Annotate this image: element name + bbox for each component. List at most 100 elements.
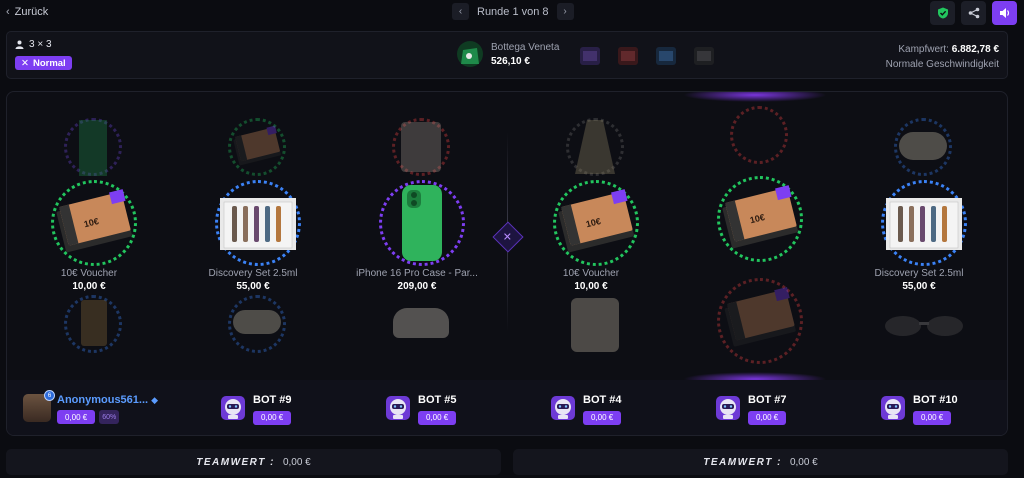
robot-avatar-icon bbox=[551, 396, 575, 420]
slot-column-1: 10€ 10€ Voucher 10,00 € bbox=[7, 92, 171, 380]
reel-item bbox=[233, 310, 281, 334]
diamond-icon: ◆ bbox=[151, 395, 159, 405]
top-actions bbox=[930, 1, 1017, 25]
player-percent: 60% bbox=[99, 410, 120, 424]
round-label: Runde 1 von 8 bbox=[477, 5, 549, 18]
robot-avatar-icon bbox=[386, 396, 410, 420]
share-icon bbox=[968, 7, 979, 19]
robot-avatar-icon bbox=[716, 396, 740, 420]
current-case[interactable]: Bottega Veneta 526,10 € bbox=[455, 38, 559, 70]
slot-item-name: Discovery Set 2.5ml bbox=[874, 268, 964, 279]
slot-item-name: 10€ Voucher bbox=[562, 268, 620, 279]
level-badge: 6 bbox=[44, 390, 55, 401]
player-name: Anonymous561... ◆ bbox=[57, 394, 159, 406]
reel-item bbox=[233, 125, 282, 166]
player-value: 0,00 € bbox=[583, 410, 622, 425]
voucher-image: 10€ bbox=[722, 185, 799, 249]
slot-item-price: 10,00 € bbox=[72, 281, 106, 292]
battle-arena: 10€ 10€ Voucher 10,00 € Discovery Set 2.… bbox=[6, 91, 1008, 436]
team-value-amount: 0,00 € bbox=[789, 456, 818, 468]
player-name: BOT #7 bbox=[748, 394, 787, 406]
player-name: BOT #4 bbox=[583, 394, 622, 406]
player-value: 0,00 € bbox=[57, 410, 96, 424]
slot-column-2: Discovery Set 2.5ml 55,00 € bbox=[171, 92, 335, 380]
shield-check-icon bbox=[937, 7, 948, 19]
robot-avatar-icon bbox=[221, 396, 245, 420]
battle-info-bar: 3 × 3 ✕ Normal Bottega Veneta 526,10 € K… bbox=[6, 31, 1008, 79]
player-card[interactable]: 6 Anonymous561... ◆ 0,00 € 60% bbox=[23, 390, 159, 428]
current-case-name: Bottega Veneta bbox=[491, 41, 560, 53]
team-value-left: TEAMWERT : 0,00 € bbox=[6, 449, 501, 475]
player-name: BOT #9 bbox=[253, 394, 292, 406]
player-value: 0,00 € bbox=[748, 410, 787, 425]
team-value-label: TEAMWERT : bbox=[703, 456, 782, 468]
avatar: 6 bbox=[23, 390, 55, 422]
reel-item bbox=[79, 120, 107, 176]
reel-item bbox=[393, 308, 449, 338]
chevron-left-icon: ‹ bbox=[6, 6, 10, 18]
slot-column-3: iPhone 16 Pro Case - Par... 209,00 € bbox=[335, 92, 499, 380]
slot-column-5: 10€ bbox=[673, 92, 837, 386]
slot-item-name: 10€ Voucher bbox=[60, 268, 118, 279]
team-mode: 3 × 3 bbox=[15, 39, 52, 50]
player-card[interactable]: BOT #7 0,00 € bbox=[714, 394, 787, 428]
user-icon bbox=[15, 40, 24, 49]
player-card[interactable]: BOT #10 0,00 € bbox=[879, 394, 958, 428]
team-mode-label: 3 × 3 bbox=[29, 39, 52, 50]
speed-badge: ✕ Normal bbox=[15, 56, 72, 70]
players-row: 6 Anonymous561... ◆ 0,00 € 60% BOT #9 0,… bbox=[7, 380, 1007, 435]
queued-case[interactable] bbox=[651, 41, 681, 71]
case-queue bbox=[575, 41, 719, 71]
share-button[interactable] bbox=[961, 1, 986, 25]
kampfwert-value: 6.882,78 € bbox=[951, 44, 999, 55]
slot-item-name: iPhone 16 Pro Case - Par... bbox=[356, 268, 478, 279]
player-name: BOT #5 bbox=[418, 394, 457, 406]
speed-text: Normale Geschwindigkeit bbox=[885, 59, 999, 70]
discovery-set-image bbox=[219, 197, 297, 251]
back-button[interactable]: ‹ Zurück bbox=[6, 6, 48, 18]
queued-case[interactable] bbox=[575, 41, 605, 71]
voucher-image: 10€ bbox=[558, 189, 635, 253]
reel-item bbox=[571, 298, 619, 352]
queued-case[interactable] bbox=[613, 41, 643, 71]
reel-item bbox=[724, 287, 797, 347]
team-value-right: TEAMWERT : 0,00 € bbox=[513, 449, 1008, 475]
team-value-label: TEAMWERT : bbox=[196, 456, 275, 468]
phone-case-image bbox=[402, 185, 442, 261]
slot-item-price: 55,00 € bbox=[902, 281, 936, 292]
player-value: 0,00 € bbox=[253, 410, 292, 425]
slot-column-4: 10€ 10€ Voucher 10,00 € bbox=[509, 92, 673, 380]
slot-item-price: 10,00 € bbox=[574, 281, 608, 292]
back-label: Zurück bbox=[14, 6, 49, 18]
current-case-thumbnail bbox=[455, 38, 485, 70]
previous-round-button[interactable]: ‹ bbox=[452, 3, 469, 20]
player-card[interactable]: BOT #4 0,00 € bbox=[549, 394, 622, 428]
reel-item bbox=[401, 122, 441, 172]
player-value: 0,00 € bbox=[913, 410, 952, 425]
slot-item-price: 55,00 € bbox=[236, 281, 270, 292]
current-case-price: 526,10 € bbox=[491, 55, 530, 67]
discovery-set-image bbox=[885, 197, 963, 251]
slot-item-name: Discovery Set 2.5ml bbox=[208, 268, 298, 279]
kampfwert-label: Kampfwert: bbox=[898, 44, 949, 55]
close-icon: ✕ bbox=[21, 57, 29, 69]
player-card[interactable]: BOT #9 0,00 € bbox=[219, 394, 292, 428]
team-value-amount: 0,00 € bbox=[282, 456, 311, 468]
player-name: BOT #10 bbox=[913, 394, 958, 406]
player-card[interactable]: BOT #5 0,00 € bbox=[384, 394, 457, 428]
top-bar: ‹ Zurück ‹ Runde 1 von 8 › bbox=[0, 0, 1024, 26]
robot-avatar-icon bbox=[881, 396, 905, 420]
reel-item bbox=[899, 132, 947, 160]
voucher-image: 10€ bbox=[56, 189, 133, 253]
slot-column-6: Discovery Set 2.5ml 55,00 € bbox=[837, 92, 1001, 380]
slot-item-price: 209,00 € bbox=[397, 281, 437, 292]
reel-item bbox=[81, 300, 107, 346]
volume-icon bbox=[999, 8, 1009, 18]
battle-value: Kampfwert: 6.882,78 € Normale Geschwindi… bbox=[886, 42, 999, 72]
fairness-button[interactable] bbox=[930, 1, 955, 25]
queued-case[interactable] bbox=[689, 41, 719, 71]
player-value: 0,00 € bbox=[418, 410, 457, 425]
sound-button[interactable] bbox=[992, 1, 1017, 25]
next-round-button[interactable]: › bbox=[556, 3, 574, 20]
round-navigation: ‹ Runde 1 von 8 › bbox=[452, 3, 574, 20]
